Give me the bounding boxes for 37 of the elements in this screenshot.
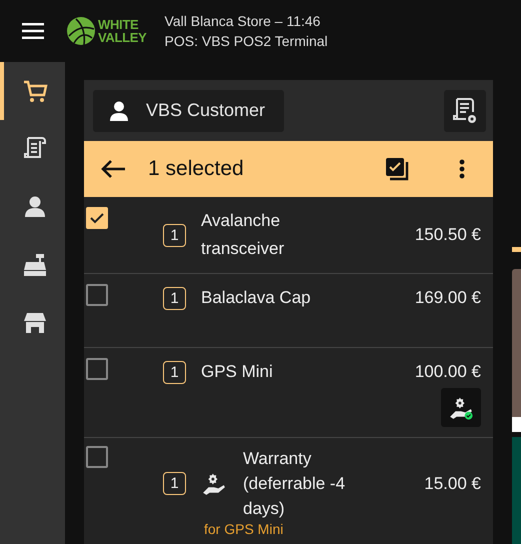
cash-register-icon[interactable] [22, 252, 48, 278]
service-hand-icon [201, 472, 227, 496]
logo-icon [66, 16, 96, 46]
quantity-badge: 1 [163, 361, 186, 384]
product-name: GPS Mini [201, 361, 274, 383]
logo-text: WHITE VALLEY [98, 18, 147, 44]
quantity-badge: 1 [163, 224, 186, 246]
hand-gear-icon [448, 396, 474, 420]
line-price: 150.50 € [414, 224, 481, 246]
store-name: Vall Blanca Store – 11:46 [164, 12, 322, 31]
quantity-badge: 1 [163, 472, 186, 495]
product-name: Warranty (deferrable -4 days) [243, 448, 346, 520]
checkbox[interactable] [86, 284, 108, 306]
line-price: 15.00 € [424, 472, 481, 494]
product-name: Avalanche transceiver [201, 210, 286, 260]
back-icon[interactable] [100, 159, 126, 179]
person-icon [108, 100, 130, 122]
checkbox[interactable] [86, 207, 108, 229]
store-icon[interactable] [22, 310, 48, 336]
line-price: 100.00 € [414, 361, 481, 383]
cart-icon[interactable] [22, 78, 48, 104]
product-name: Balaclava Cap [201, 287, 312, 309]
checkbox[interactable] [86, 446, 108, 468]
receipt-gear-icon [452, 96, 478, 124]
more-icon[interactable] [459, 159, 465, 179]
select-all-icon[interactable] [385, 157, 409, 181]
line-price: 169.00 € [414, 287, 481, 309]
receipt-settings-button[interactable] [444, 90, 486, 132]
terminal-name: POS: VBS POS2 Terminal [164, 32, 328, 51]
menu-icon[interactable] [22, 23, 44, 39]
selection-count: 1 selected [148, 157, 245, 181]
customer-button[interactable]: VBS Customer [93, 90, 284, 132]
service-button[interactable] [441, 388, 481, 427]
checkmark-icon [90, 212, 104, 224]
linked-product-note: for GPS Mini [204, 521, 284, 537]
quantity-badge: 1 [163, 287, 186, 310]
checkbox[interactable] [86, 358, 108, 380]
